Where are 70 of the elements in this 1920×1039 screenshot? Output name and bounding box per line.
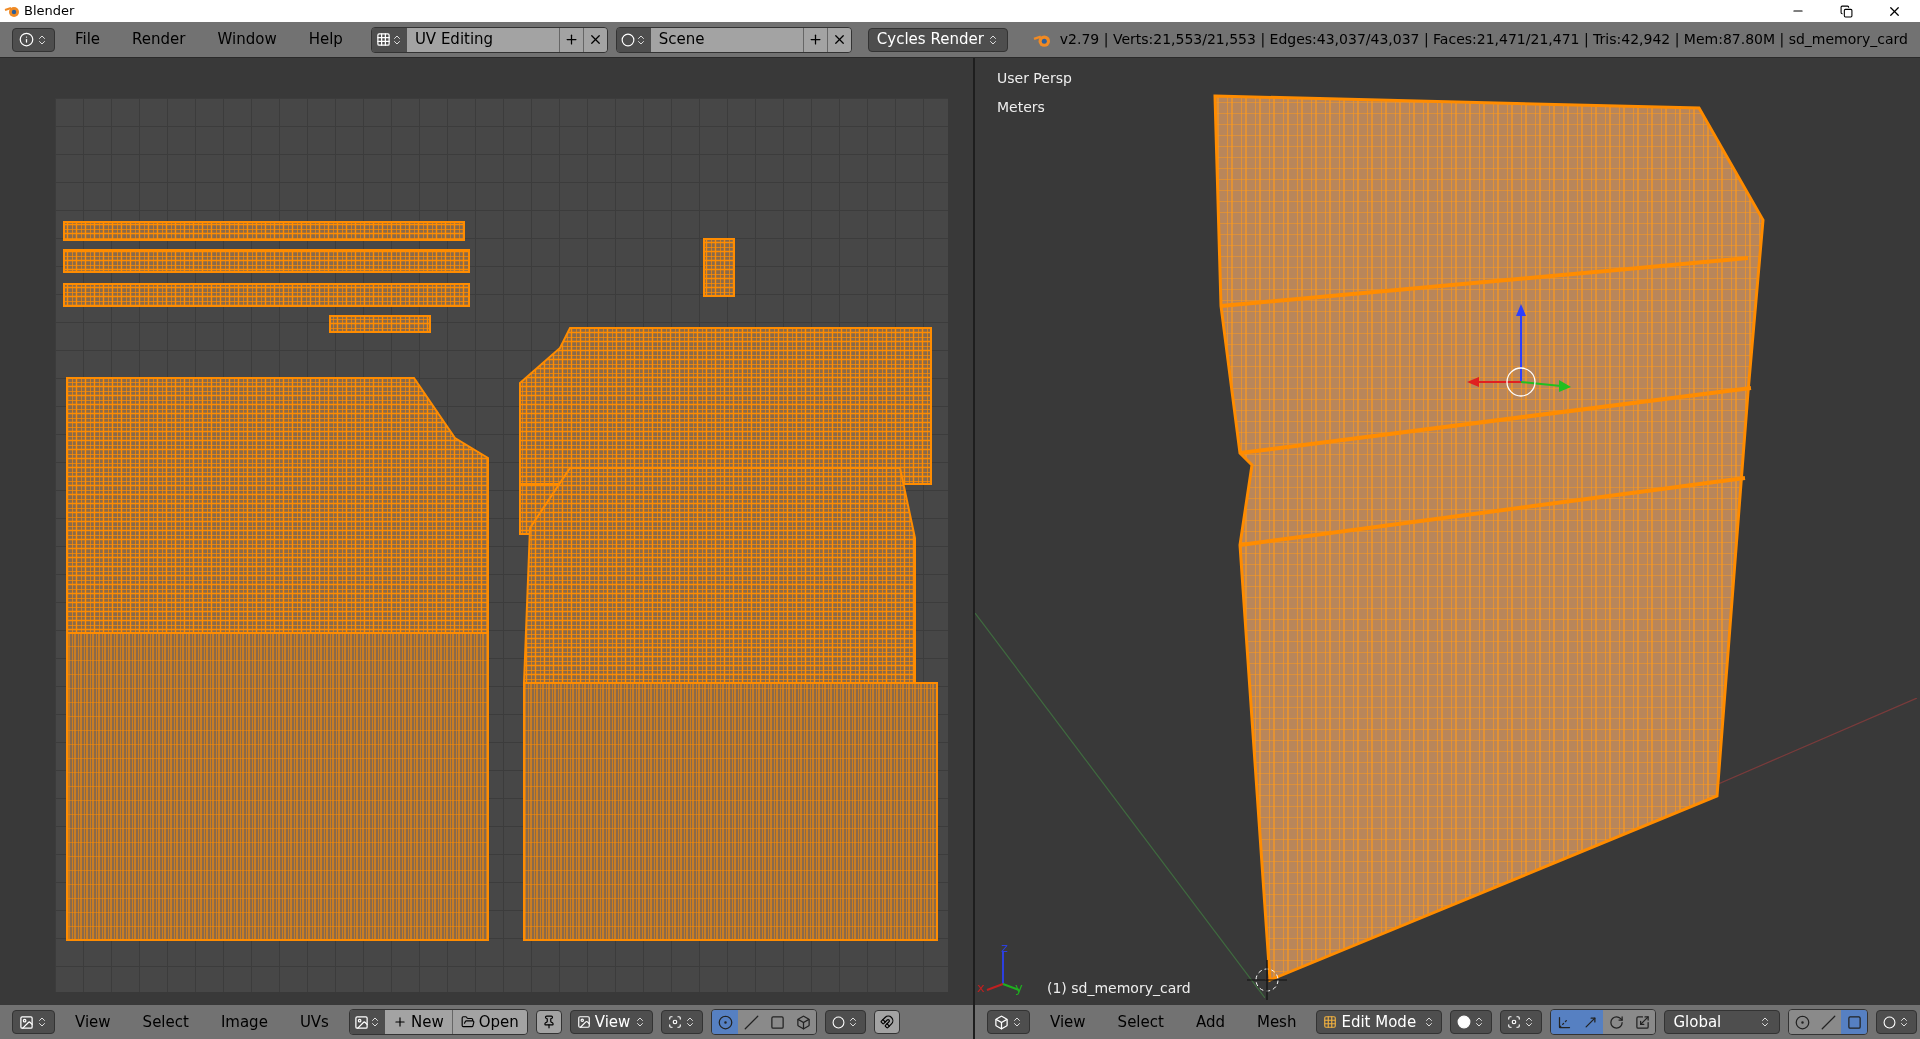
viewport-info-text: Meters bbox=[997, 98, 1046, 117]
editor-type-dropdown[interactable] bbox=[12, 27, 55, 52]
object-name-label: (1) sd_memory_card bbox=[1047, 979, 1191, 998]
pin-icon bbox=[541, 1015, 556, 1029]
axis-label: z bbox=[1001, 939, 1008, 957]
proportional-dropdown[interactable] bbox=[825, 1010, 867, 1034]
proportional-dropdown[interactable] bbox=[1876, 1010, 1918, 1034]
mode-dropdown[interactable]: Edit Mode bbox=[1316, 1010, 1443, 1034]
menu-item[interactable]: View bbox=[63, 1010, 123, 1034]
manipulator-button[interactable] bbox=[1603, 1010, 1630, 1034]
pivot-dropdown[interactable] bbox=[1500, 1010, 1543, 1034]
magnet-icon bbox=[880, 1015, 895, 1029]
manipulator-button[interactable] bbox=[1577, 1010, 1604, 1034]
browse-image-button[interactable] bbox=[349, 1010, 385, 1034]
scene-statistics: v2.79 | Verts:21,553/21,553 | Edges:43,037/43,037 | Faces:21,471/21,471 | Tris:42,942 | Mem:87.80M | sd_memory_card bbox=[1059, 30, 1908, 50]
shading-dropdown[interactable] bbox=[1450, 1010, 1493, 1034]
manipulator-button[interactable] bbox=[1551, 1010, 1578, 1034]
editor-type-dropdown[interactable] bbox=[12, 1010, 55, 1034]
pin-button[interactable] bbox=[535, 1010, 562, 1034]
select-mode-button[interactable] bbox=[790, 1010, 817, 1034]
select-mode-button[interactable] bbox=[1841, 1010, 1868, 1034]
plus-icon bbox=[392, 1015, 407, 1029]
menu-item[interactable]: Mesh bbox=[1244, 1010, 1309, 1034]
axis-label: x bbox=[977, 979, 985, 997]
axis-label: y bbox=[1015, 979, 1023, 997]
face-icon bbox=[769, 1014, 785, 1030]
menu-item[interactable]: Add bbox=[1183, 1010, 1237, 1034]
folder-icon bbox=[460, 1015, 475, 1029]
menu-item[interactable]: View bbox=[1038, 1010, 1098, 1034]
new-image-button[interactable]: New bbox=[384, 1010, 452, 1034]
3d-cursor-icon bbox=[1247, 960, 1287, 1000]
open-image-button[interactable]: Open bbox=[451, 1010, 527, 1034]
menu-item[interactable]: Image bbox=[208, 1010, 280, 1034]
select-mode-button[interactable] bbox=[1789, 1010, 1816, 1034]
menu-item[interactable]: UVs bbox=[287, 1010, 341, 1034]
scale-icon bbox=[1634, 1014, 1650, 1030]
info-icon bbox=[19, 32, 34, 47]
cube-icon bbox=[994, 1014, 1009, 1030]
orientation-dropdown[interactable]: Global bbox=[1664, 1010, 1781, 1034]
render-engine-dropdown[interactable]: Cycles Render bbox=[867, 27, 1008, 52]
menu-item[interactable]: Select bbox=[1105, 1010, 1176, 1034]
circle-icon bbox=[1883, 1015, 1897, 1029]
sphere-icon bbox=[1457, 1015, 1472, 1029]
pivot-dropdown[interactable] bbox=[661, 1010, 704, 1034]
select-mode-button[interactable] bbox=[712, 1010, 739, 1034]
up-down-arrows-icon bbox=[36, 1016, 48, 1028]
menu-item[interactable]: Render bbox=[120, 28, 198, 51]
menu-item[interactable]: Help bbox=[296, 28, 355, 51]
up-down-arrows-icon bbox=[1011, 1016, 1023, 1028]
edit-mode-icon bbox=[1323, 1015, 1338, 1029]
view-dropdown[interactable]: View bbox=[569, 1010, 654, 1034]
window-title: Blender bbox=[24, 2, 75, 21]
menu-item[interactable]: Window bbox=[205, 28, 289, 51]
restore-icon bbox=[1839, 4, 1853, 18]
menu-item[interactable]: Select bbox=[130, 1010, 201, 1034]
circle-icon bbox=[832, 1015, 846, 1029]
up-down-arrows-icon bbox=[36, 33, 48, 46]
viewport-info-text: User Persp bbox=[997, 69, 1072, 88]
rotate-icon bbox=[1608, 1014, 1624, 1030]
app-logo-icon bbox=[4, 4, 20, 18]
face-icon bbox=[1846, 1014, 1862, 1030]
pivot-icon bbox=[668, 1015, 683, 1029]
menu-item[interactable]: File bbox=[63, 28, 113, 51]
editor-type-dropdown[interactable] bbox=[987, 1010, 1030, 1034]
snap-button[interactable] bbox=[874, 1010, 901, 1034]
manipulator-button[interactable] bbox=[1629, 1010, 1656, 1034]
image-icon bbox=[19, 1014, 34, 1030]
image-icon bbox=[576, 1015, 591, 1029]
pivot-icon bbox=[1507, 1015, 1522, 1029]
image-icon bbox=[353, 1014, 369, 1030]
